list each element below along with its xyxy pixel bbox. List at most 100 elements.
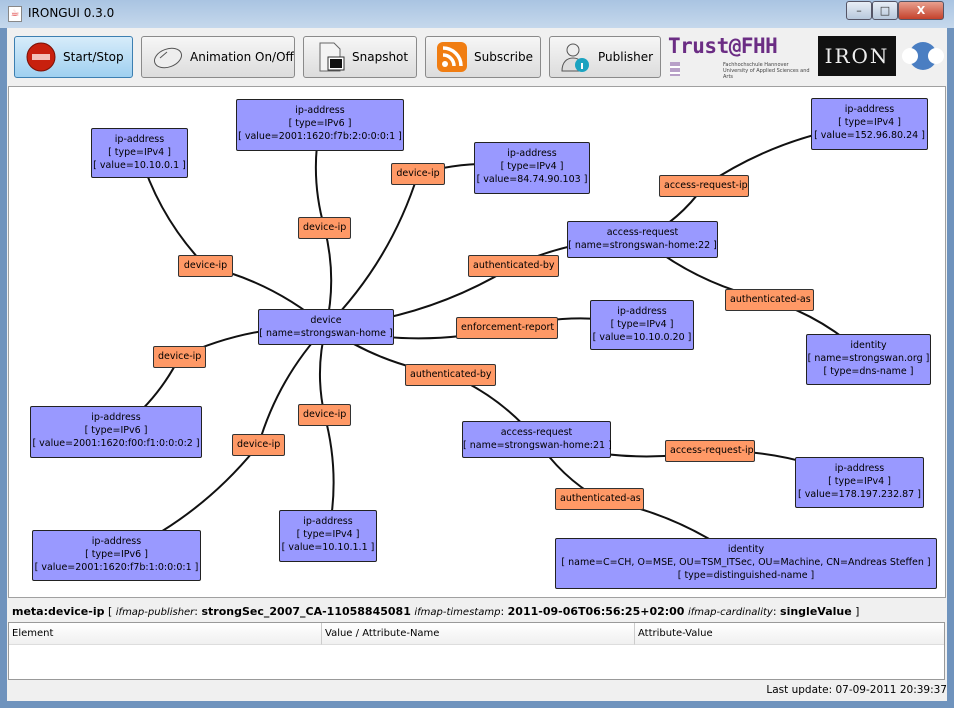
enforcement-report-metadata[interactable]: enforcement-report [456, 317, 558, 339]
ip-address-node[interactable]: ip-address [ type=IPv4 ] [ value=10.10.0.1… [91, 128, 188, 178]
snapshot-button[interactable]: Snapshot [303, 36, 417, 78]
node-text-line: [ name=strongswan-home:22 ] [568, 240, 717, 251]
node-text-line: [ type=distinguished-name ] [677, 570, 815, 581]
ip-address-node[interactable]: ip-address [ type=IPv4 ] [ value=178.197.2… [795, 457, 924, 508]
node-text-line: [ value=152.96.80.24 ] [814, 130, 925, 141]
access-request-node[interactable]: access-request [ name=strongswan-home:21 … [462, 421, 612, 458]
user-info-icon [561, 43, 589, 72]
node-text-line: [ type=IPv6 ] [84, 425, 148, 436]
publisher-key: ifmap-publisher [115, 607, 195, 618]
minimize-button[interactable]: – [846, 1, 872, 20]
device-ip-metadata[interactable]: device-ip [153, 346, 206, 368]
node-text-line: ip-address [114, 134, 165, 145]
node-text-line: [ name=strongswan-home:21 ] [463, 440, 612, 451]
ip-address-node[interactable]: ip-address [ type=IPv6 ] [ value=2001:1620… [30, 406, 202, 458]
timestamp-key: ifmap-timestamp [414, 607, 501, 618]
snapshot-icon [319, 42, 345, 72]
node-text-line: [ name=strongswan-home ] [259, 328, 393, 339]
node-text-line: [ type=IPv4 ] [610, 319, 674, 330]
cardinality-key: ifmap-cardinality [687, 607, 773, 618]
device-ip-metadata[interactable]: device-ip [232, 434, 285, 456]
graph-canvas[interactable]: ip-address [ type=IPv4 ] [ value=10.10.0.1… [8, 86, 946, 598]
title-bar: ☕ IRONGUI 0.3.0 – □ X [0, 0, 954, 28]
node-text-line: [ type=IPv4 ] [500, 161, 564, 172]
last-update-status: Last update: 07-09-2011 20:39:37 [766, 684, 947, 696]
node-text-line: ip-address [834, 463, 885, 474]
node-text-line: [ value=2001:1620:f00:f1:0:0:0:2 ] [32, 438, 200, 449]
node-text-line: [ type=IPv6 ] [288, 118, 352, 129]
node-text-line: ip-address [91, 412, 141, 423]
publisher-label: Publisher [598, 50, 654, 64]
node-text-line: identity [727, 544, 765, 555]
node-text-line: [ name=strongswan.org ] [807, 353, 930, 364]
ip-address-node[interactable]: ip-address [ type=IPv4 ] [ value=84.74.90.… [474, 142, 590, 194]
node-text-line: [ type=IPv4 ] [828, 476, 891, 487]
maximize-button[interactable]: □ [872, 1, 898, 20]
ip-address-node[interactable]: ip-address [ type=IPv4 ] [ value=10.10.0.2… [590, 300, 694, 350]
node-text-line: [ type=IPv4 ] [108, 147, 171, 158]
authenticated-as-metadata[interactable]: authenticated-as [555, 488, 644, 510]
node-text-line: ip-address [844, 104, 895, 115]
fhh-subtitle: Fachhochschule Hannover University of Ap… [723, 62, 810, 80]
column-header-value[interactable]: Value / Attribute-Name [322, 623, 635, 645]
node-text-line: access-request [500, 427, 573, 438]
node-text-line: ip-address [303, 516, 353, 527]
circle-logo-icon [902, 42, 944, 70]
node-text-line: [ value=10.10.0.20 ] [592, 332, 692, 343]
stop-icon [26, 42, 56, 72]
node-text-line: [ value=2001:1620:f7b:1:0:0:0:1 ] [34, 562, 199, 573]
start-stop-label: Start/Stop [63, 50, 124, 64]
timestamp-value: 2011-09-06T06:56:25+02:00 [507, 605, 685, 618]
node-text-line: [ value=10.10.0.1 ] [93, 160, 186, 171]
node-text-line: [ type=IPv4 ] [296, 529, 360, 540]
column-header-attribute-value[interactable]: Attribute-Value [635, 623, 944, 645]
column-header-element[interactable]: Element [9, 623, 322, 645]
ip-address-node[interactable]: ip-address [ type=IPv6 ] [ value=2001:1620… [236, 99, 404, 151]
ip-address-node[interactable]: ip-address [ type=IPv4 ] [ value=10.10.1.1… [279, 510, 377, 562]
rss-icon [437, 42, 467, 72]
authenticated-as-metadata[interactable]: authenticated-as [725, 289, 814, 311]
mouse-icon [153, 47, 183, 69]
node-text-line: device [310, 315, 342, 326]
device-node[interactable]: device [ name=strongswan-home ] [258, 309, 394, 345]
node-text-line: [ value=2001:1620:f7b:2:0:0:0:1 ] [238, 131, 402, 142]
access-request-node[interactable]: access-request [ name=strongswan-home:22 … [567, 221, 718, 258]
edge-line [325, 173, 419, 328]
authenticated-by-metadata[interactable]: authenticated-by [405, 364, 496, 386]
metadata-name: meta:device-ip [12, 605, 105, 618]
main-window: Start/Stop Animation On/Off Snapshot Sub… [7, 28, 947, 701]
device-ip-metadata[interactable]: device-ip [298, 404, 351, 426]
device-ip-metadata[interactable]: device-ip [298, 217, 351, 239]
node-text-line: [ value=178.197.232.87 ] [798, 489, 921, 500]
node-text-line: [ name=C=CH, O=MSE, OU=TSM_ITSec, OU=Mac… [561, 557, 931, 568]
identity-node[interactable]: identity [ name=strongswan.org ] [ type=dn… [806, 334, 931, 385]
node-text-line: [ value=84.74.90.103 ] [476, 174, 588, 185]
trust-fhh-logo-text: Trust@FHH [668, 34, 778, 58]
access-request-ip-metadata[interactable]: access-request-ip [665, 440, 755, 462]
cardinality-value: singleValue [780, 605, 852, 618]
fhh-squares-icon [670, 62, 680, 76]
access-request-ip-metadata[interactable]: access-request-ip [659, 175, 749, 197]
publisher-button[interactable]: Publisher [549, 36, 661, 78]
bracket-open: [ [104, 605, 116, 618]
device-ip-metadata[interactable]: device-ip [391, 163, 445, 185]
animation-toggle-button[interactable]: Animation On/Off [141, 36, 295, 78]
properties-table[interactable]: Element Value / Attribute-Name Attribute… [8, 622, 945, 680]
node-text-line: [ type=IPv4 ] [838, 117, 901, 128]
window-title: IRONGUI 0.3.0 [28, 6, 115, 20]
subscribe-button[interactable]: Subscribe [425, 36, 541, 78]
ip-address-node[interactable]: ip-address [ type=IPv4 ] [ value=152.96.80… [811, 98, 928, 150]
node-text-line: [ value=10.10.1.1 ] [281, 542, 375, 553]
authenticated-by-metadata[interactable]: authenticated-by [468, 255, 559, 277]
node-text-line: ip-address [295, 105, 345, 116]
identity-node[interactable]: identity [ name=C=CH, O=MSE, OU=TSM_ITSec… [555, 538, 937, 589]
metadata-summary: meta:device-ip [ ifmap-publisher: strong… [12, 605, 859, 618]
node-text-line: [ type=dns-name ] [823, 366, 914, 377]
snapshot-label: Snapshot [352, 50, 409, 64]
device-ip-metadata[interactable]: device-ip [178, 255, 233, 277]
close-button[interactable]: X [898, 1, 944, 20]
node-text-line: access-request [606, 227, 679, 238]
start-stop-button[interactable]: Start/Stop [14, 36, 133, 78]
node-text-line: identity [850, 340, 887, 351]
ip-address-node[interactable]: ip-address [ type=IPv6 ] [ value=2001:1620… [32, 530, 201, 581]
